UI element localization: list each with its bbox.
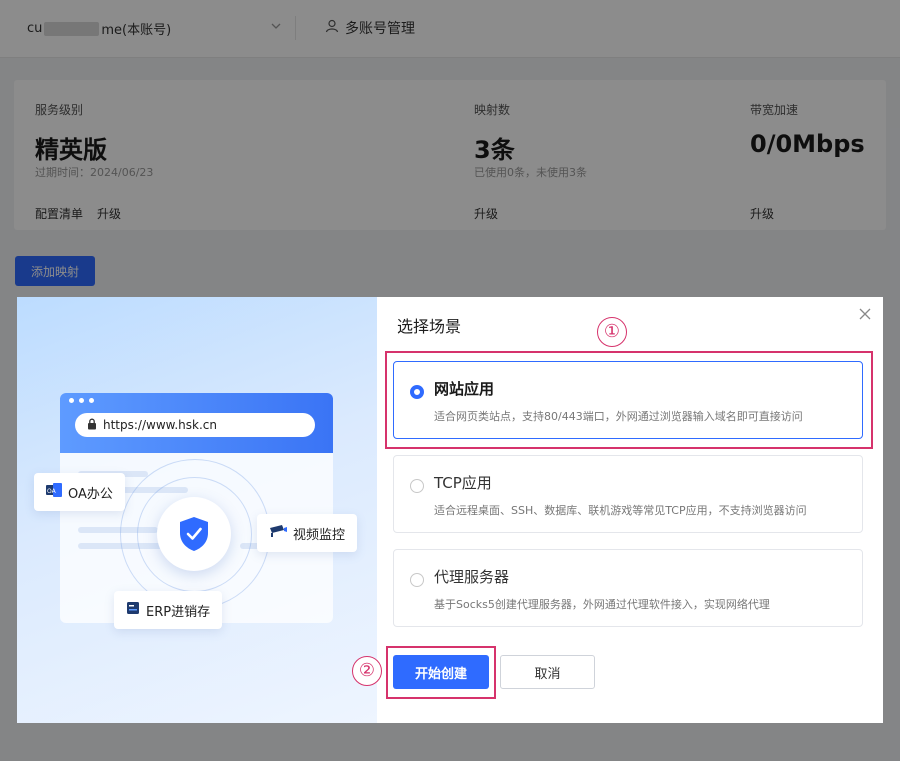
lock-icon [87, 418, 97, 433]
svg-text:OA: OA [47, 488, 57, 495]
close-icon[interactable] [857, 307, 873, 323]
url-text: https://www.hsk.cn [103, 418, 217, 432]
tag-video-monitoring: 视频监控 [257, 514, 358, 552]
cancel-button[interactable]: 取消 [500, 655, 595, 689]
option-description: 适合远程桌面、SSH、数据库、联机游戏等常见TCP应用，不支持浏览器访问 [434, 504, 807, 517]
option-title: TCP应用 [434, 474, 492, 492]
tag-label: 视频监控 [293, 527, 346, 543]
document-icon: OA [46, 483, 62, 501]
option-proxy-server[interactable]: 代理服务器 基于Socks5创建代理服务器，外网通过代理软件接入，实现网络代理 [393, 549, 863, 627]
option-description: 基于Socks5创建代理服务器，外网通过代理软件接入，实现网络代理 [434, 598, 770, 611]
radio-proxy-server[interactable] [410, 573, 424, 587]
tag-erp: ERP进销存 [114, 591, 223, 629]
tag-oa-office: OA OA办公 [34, 473, 125, 511]
dialog-title: 选择场景 [397, 317, 462, 336]
option-tcp-app[interactable]: TCP应用 适合远程桌面、SSH、数据库、联机游戏等常见TCP应用，不支持浏览器… [393, 455, 863, 533]
shield-check-icon [157, 497, 231, 571]
tag-label: OA办公 [68, 486, 113, 502]
browser-toolbar: https://www.hsk.cn [60, 393, 333, 453]
annotation-highlight-button [386, 646, 496, 699]
url-bar: https://www.hsk.cn [75, 413, 315, 437]
scenario-illustration: https://www.hsk.cn OA OA办公 视频监控 ERP进销存 [17, 297, 377, 723]
annotation-number-2: ② [352, 656, 382, 686]
option-title: 代理服务器 [434, 568, 510, 586]
tag-label: ERP进销存 [146, 604, 211, 620]
annotation-highlight-option [385, 351, 873, 449]
radio-tcp-app[interactable] [410, 479, 424, 493]
annotation-number-1: ① [597, 317, 627, 347]
camera-icon [269, 524, 287, 542]
server-icon [126, 601, 140, 619]
